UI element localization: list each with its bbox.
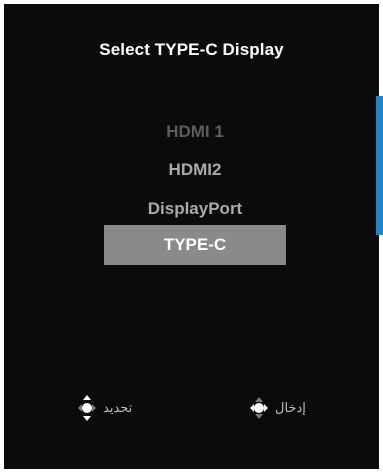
hint-enter-label: إدخال [275, 400, 306, 415]
source-item-hdmi2[interactable]: HDMI2 [104, 150, 286, 190]
source-item-type-c[interactable]: TYPE-C [104, 225, 286, 265]
source-item-hdmi1[interactable]: HDMI 1 [104, 112, 286, 152]
joystick-up-down-icon [78, 395, 96, 421]
hint-select-label: تحديد [103, 400, 133, 415]
hint-select: تحديد [76, 393, 132, 423]
scroll-indicator[interactable] [376, 96, 383, 235]
joystick-press-icon [250, 397, 268, 419]
hint-enter: إدخال [248, 393, 306, 423]
osd-title: Select TYPE-C Display [99, 40, 284, 59]
source-item-displayport[interactable]: DisplayPort [104, 189, 286, 229]
